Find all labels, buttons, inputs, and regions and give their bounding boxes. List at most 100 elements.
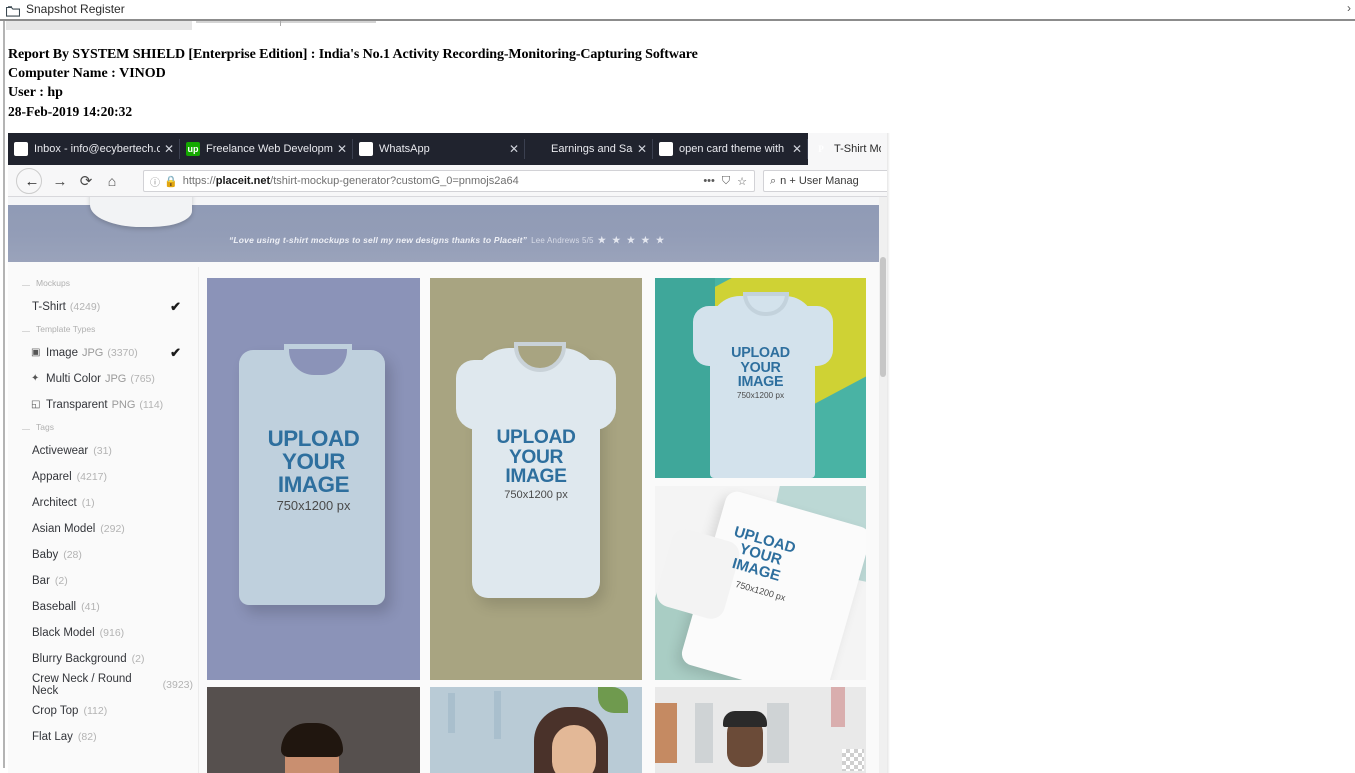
bookmark-star-icon[interactable]: ☆ [737,175,747,188]
page-actions-icon[interactable]: ••• [703,175,715,187]
filter-option-count: (4249) [69,301,101,313]
mockup-card-womens-tee-olive[interactable]: UPLOAD YOUR IMAGE 750x1200 px [430,278,642,680]
tag-filter-apparel[interactable]: Apparel (4217) [8,464,193,490]
tag-filter-flat-lay[interactable]: Flat Lay (82) [8,724,193,750]
tag-filter-blurry-background[interactable]: Blurry Background (2) [8,646,193,672]
search-bar[interactable]: ⌕ n + User Manag [763,170,887,192]
back-button[interactable]: ← [22,171,42,191]
filter-option-t-shirt[interactable]: T-Shirt (4249) ✔ [8,294,193,320]
camera-icon: ▣ [31,347,41,358]
tag-label: Apparel [32,471,72,483]
filter-sidebar: Mockups T-Shirt (4249) ✔ Template Types ▣ Imag… [8,262,193,773]
window-title-bar: Snapshot Register › [0,0,1355,21]
model-hair [281,723,343,757]
tag-label: Activewear [32,445,89,457]
browser-tab-6[interactable]: P T-Shirt Mockup G [808,133,887,165]
mockup-card-man-street-wall[interactable] [655,687,866,773]
tag-count: (31) [93,445,112,457]
page-scrollbar-thumb[interactable] [880,257,886,377]
tag-count: (28) [63,549,82,561]
browser-tab-bar: M Inbox - info@ecybertech.com ✕ up Freelance… [8,133,887,165]
rating-stars: ★ ★ ★ ★ ★ [597,235,667,245]
mockup-card-tee-angled-white[interactable]: UPLOAD YOUR IMAGE 750x1200 px [655,486,866,680]
report-user: User : hp [8,85,63,100]
filter-option-count: (114) [139,399,164,411]
home-button[interactable]: ⌂ [102,171,122,191]
search-icon: ⌕ [770,174,777,187]
search-input-value[interactable]: n + User Manag [780,175,859,187]
tag-count: (916) [99,627,125,639]
filter-group-header: Tags [22,422,182,436]
app-root: Snapshot Register › Report By SYSTEM SHI… [0,0,1355,773]
close-icon[interactable]: ✕ [337,142,347,156]
tag-filter-activewear[interactable]: Activewear (31) [8,438,193,464]
shield-icon[interactable]: ⛉ [722,175,730,188]
page-scrollbar[interactable] [879,197,887,773]
close-icon[interactable]: ✕ [164,142,174,156]
mockup-card-folded-tee-purple[interactable]: UPLOAD YOUR IMAGE 750x1200 px [207,278,420,680]
browser-tab-5[interactable]: Gopen card theme with resale r ✕ [653,133,808,165]
browser-tab-label: Earnings and Sales Reports ‹ Syste [551,143,633,155]
tag-filter-crop-top[interactable]: Crop Top (112) [8,698,193,724]
reload-button[interactable]: ⟳ [76,171,96,191]
filter-option-count: (3370) [107,347,138,359]
mockup-card-woman-blue-wall[interactable] [430,687,642,773]
browser-tab-4[interactable]: Earnings and Sales Reports ‹ Syste ✕ [525,133,653,165]
background-plank-2 [494,691,501,739]
lock-icon: 🔒 [164,175,178,188]
filter-group-header: Template Types [22,324,182,338]
browser-tab-label: Freelance Web Development / [206,143,333,155]
tag-label: Flat Lay [32,731,73,743]
close-icon[interactable]: ✕ [792,142,802,156]
filter-option-image[interactable]: ▣ Image JPG (3370) ✔ [8,340,193,366]
browser-tab-1[interactable]: M Inbox - info@ecybertech.com ✕ [8,133,180,165]
mockup-placeholder-size: 750x1200 px [504,488,568,501]
mockup-card-tee-geometric-teal[interactable]: UPLOAD YOUR IMAGE 750x1200 px [655,278,866,478]
web-page-content: “Love using t-shirt mockups to sell my n… [8,197,887,773]
window-title: Snapshot Register [26,2,125,16]
tag-filter-crew-neck-round-neck[interactable]: Crew Neck / Round Neck (3923) [8,672,193,698]
filter-option-count: (765) [130,373,155,385]
overflow-arrow-icon[interactable]: › [1347,1,1351,15]
placeholder-line-3: IMAGE [505,466,567,488]
tag-count: (2) [131,653,145,665]
forward-button[interactable]: → [50,171,70,191]
filter-option-ext: PNG [111,399,136,411]
document-tab-strip [6,21,192,30]
browser-tab-label: T-Shirt Mockup G [834,143,881,155]
tag-label: Architect [32,497,77,509]
close-icon[interactable]: ✕ [509,142,519,156]
report-document: Report By SYSTEM SHIELD [Enterprise Edit… [0,21,1355,773]
testimonial-author: Lee Andrews 5/5 [531,236,594,245]
tag-filter-baby[interactable]: Baby (28) [8,542,193,568]
filter-option-ext: JPG [81,347,104,359]
report-computer-name: Computer Name : VINOD [8,66,166,81]
browser-tab-label: WhatsApp [379,143,430,155]
tag-label: Blurry Background [32,653,127,665]
page-info-icon[interactable]: ⓘ [150,174,160,189]
mockup-gallery: UPLOAD YOUR IMAGE 750x1200 px UPLOAD YOUR IMAG… [200,263,887,773]
document-left-rule [3,21,5,768]
background-panel-1 [695,703,713,763]
tag-filter-baseball[interactable]: Baseball (41) [8,594,193,620]
filter-option-multi-color[interactable]: ✦ Multi Color JPG (765) [8,366,193,392]
filter-option-transparent[interactable]: ◱ Transparent PNG (114) [8,392,193,418]
browser-nav-bar: ← → ⟳ ⌂ ⓘ 🔒 https://placeit.net/tshirt-m… [8,165,887,197]
tag-filter-architect[interactable]: Architect (1) [8,490,193,516]
close-icon[interactable]: ✕ [637,142,647,156]
browser-tab-label: open card theme with resale r [679,143,788,155]
background-panel-3 [831,687,845,727]
tag-filter-black-model[interactable]: Black Model (916) [8,620,193,646]
tag-filter-bar[interactable]: Bar (2) [8,568,193,594]
tag-label: Crew Neck / Round Neck [32,673,132,697]
browser-tab-3[interactable]: ● WhatsApp ✕ [353,133,525,165]
browser-tab-2[interactable]: up Freelance Web Development / ✕ [180,133,353,165]
url-domain: placeit.net [215,175,271,187]
mockup-placeholder-size: 750x1200 px [736,391,785,401]
filter-group-header: Mockups [22,278,182,292]
tag-filter-asian-model[interactable]: Asian Model (292) [8,516,193,542]
tag-count: (4217) [76,471,107,483]
mockup-card-man-dark-background[interactable] [207,687,420,773]
placeholder-line-1: UPLOAD [496,427,576,448]
address-bar[interactable]: ⓘ 🔒 https://placeit.net/tshirt-mockup-ge… [143,170,755,192]
